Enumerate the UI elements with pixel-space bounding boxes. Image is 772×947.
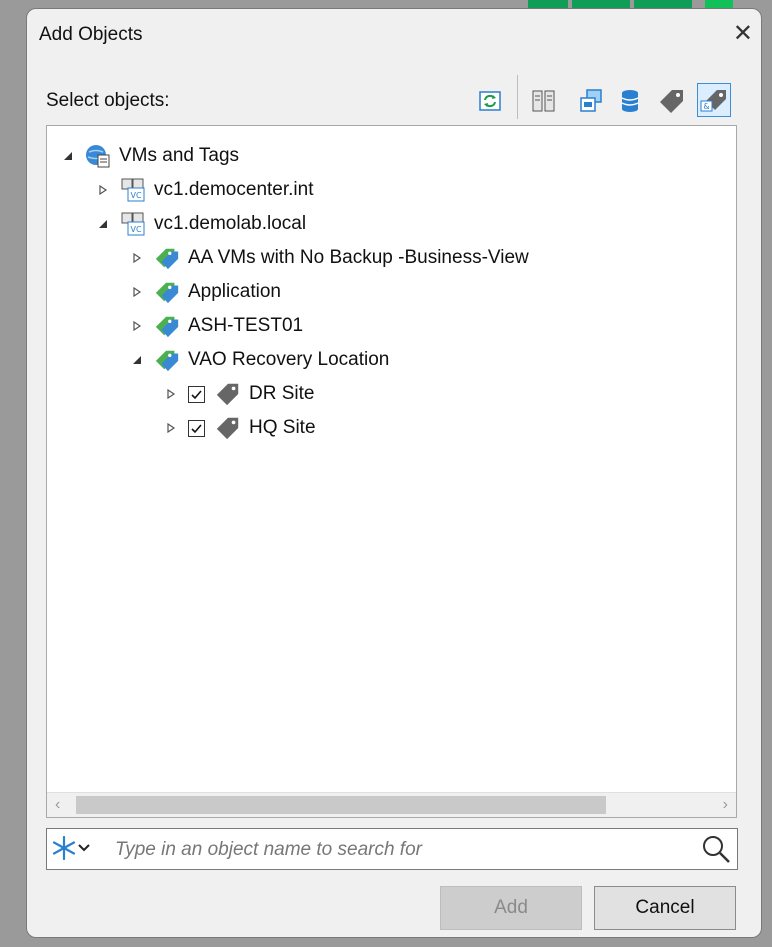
- vms-and-templates-button[interactable]: [574, 84, 608, 118]
- tag-icon: [215, 381, 241, 407]
- datastores-button[interactable]: [613, 84, 647, 118]
- collapse-icon[interactable]: [130, 353, 144, 367]
- hosts-and-clusters-icon: [532, 90, 555, 112]
- vms-and-tags-root-icon: [85, 143, 111, 169]
- tree-node-tag[interactable]: HQ Site: [164, 412, 316, 444]
- collapse-icon[interactable]: [61, 149, 75, 163]
- vcenter-server-icon: VC: [120, 211, 146, 237]
- tree-node-label: vc1.democenter.int: [154, 179, 314, 200]
- expand-icon[interactable]: [164, 387, 178, 401]
- dialog-title: Add Objects: [39, 24, 143, 45]
- select-objects-label: Select objects:: [46, 90, 170, 111]
- tree-node-label: VAO Recovery Location: [188, 349, 390, 370]
- checkmark-icon: [191, 423, 202, 433]
- tag-icon: [215, 415, 241, 441]
- scroll-left-icon[interactable]: ‹: [55, 796, 60, 814]
- toolbar-separator: [517, 75, 518, 119]
- vms-and-templates-icon: [580, 89, 602, 112]
- refresh-button[interactable]: [473, 84, 507, 118]
- tree-node-label: Application: [188, 281, 281, 302]
- tag-category-icon: [154, 245, 180, 271]
- search-icon[interactable]: [701, 834, 731, 864]
- refresh-icon: [479, 91, 501, 111]
- tag-checkbox[interactable]: [188, 385, 205, 403]
- tree-node-tag-category[interactable]: VAO Recovery Location: [130, 344, 389, 376]
- tree-node-label: AA VMs with No Backup -Business-View: [188, 247, 529, 268]
- tree-node-label: HQ Site: [249, 417, 316, 438]
- tag-category-icon: [154, 313, 180, 339]
- search-box: [46, 828, 738, 870]
- tree-node-label: vc1.demolab.local: [154, 213, 307, 234]
- expand-icon[interactable]: [164, 421, 178, 435]
- tree-node-label: ASH-TEST01: [188, 315, 304, 336]
- tree-node-tag-category[interactable]: Application: [130, 276, 281, 308]
- checkmark-icon: [191, 389, 202, 399]
- tags-button[interactable]: [655, 84, 689, 118]
- vcenter-server-icon: VC: [120, 177, 146, 203]
- expand-icon[interactable]: [130, 319, 144, 333]
- tree-node-tag-category[interactable]: ASH-TEST01: [130, 310, 303, 342]
- scrollbar-thumb[interactable]: [76, 796, 606, 814]
- add-objects-dialog: Add Objects ✕ Select objects: & VMs and …: [26, 8, 762, 938]
- expand-icon[interactable]: [130, 285, 144, 299]
- datastores-icon: [621, 90, 639, 112]
- svg-text:&: &: [703, 102, 709, 111]
- search-input[interactable]: [113, 835, 677, 865]
- asterisk-icon: [52, 835, 76, 861]
- tree-node-label: DR Site: [249, 383, 315, 404]
- collapse-icon[interactable]: [96, 217, 110, 231]
- search-filter-dropdown[interactable]: [51, 835, 91, 861]
- tree-node-root[interactable]: VMs and Tags: [61, 140, 239, 172]
- tag-category-icon: [154, 347, 180, 373]
- add-button[interactable]: Add: [440, 886, 582, 930]
- object-tree[interactable]: VMs and Tags VC vc1.democenter.int VC vc…: [46, 125, 737, 818]
- tree-node-label: VMs and Tags: [119, 145, 240, 166]
- tree-node-tag-category[interactable]: AA VMs with No Backup -Business-View: [130, 242, 529, 274]
- tree-node-vcenter[interactable]: VC vc1.democenter.int: [96, 174, 313, 206]
- tree-node-tag[interactable]: DR Site: [164, 378, 314, 410]
- scroll-right-icon[interactable]: ›: [723, 796, 728, 814]
- tag-checkbox[interactable]: [188, 419, 205, 437]
- horizontal-scrollbar[interactable]: ‹ ›: [47, 792, 736, 817]
- vms-and-tags-button[interactable]: &: [697, 83, 731, 117]
- cancel-button[interactable]: Cancel: [594, 886, 736, 930]
- vms-and-tags-icon: &: [700, 90, 726, 112]
- hosts-and-clusters-button[interactable]: [527, 84, 561, 118]
- tree-node-vcenter[interactable]: VC vc1.demolab.local: [96, 208, 306, 240]
- svg-text:VC: VC: [130, 225, 141, 234]
- svg-text:VC: VC: [130, 191, 141, 200]
- close-icon[interactable]: ✕: [733, 19, 753, 48]
- expand-icon[interactable]: [130, 251, 144, 265]
- tags-icon: [660, 90, 683, 113]
- tag-category-icon: [154, 279, 180, 305]
- chevron-down-icon: [78, 844, 90, 852]
- expand-icon[interactable]: [96, 183, 110, 197]
